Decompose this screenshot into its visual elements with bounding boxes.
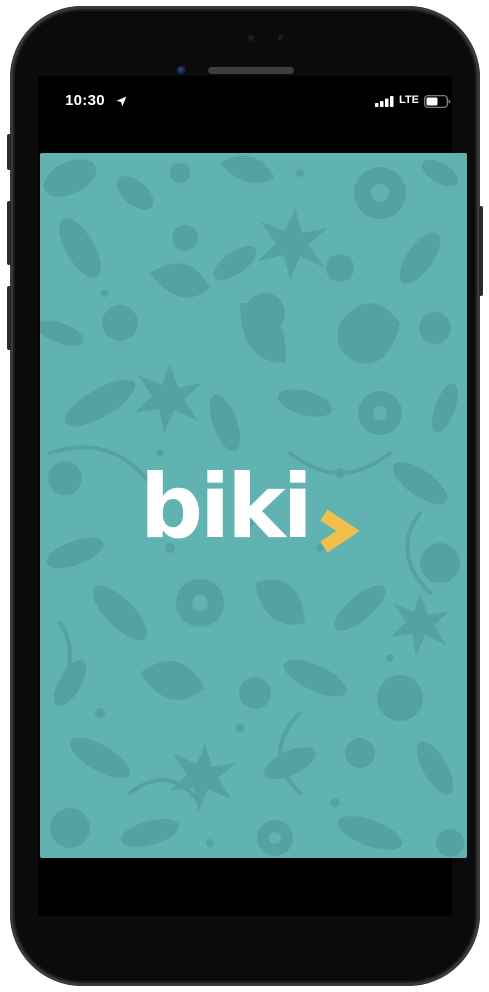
front-camera — [177, 66, 186, 75]
silent-switch — [7, 134, 11, 170]
volume-down-button — [7, 286, 11, 350]
earpiece-speaker — [208, 67, 294, 74]
chevron-right-icon — [320, 509, 360, 553]
splash-screen: biki — [40, 153, 467, 858]
power-button — [479, 206, 483, 296]
proximity-sensor — [248, 35, 254, 41]
logo-wordmark: biki — [140, 455, 313, 558]
volume-up-button — [7, 201, 11, 265]
status-bar: 10:30 LTE — [38, 88, 452, 118]
signal-bars-icon — [375, 96, 394, 107]
ambient-light-sensor — [278, 35, 283, 40]
status-time: 10:30 — [65, 92, 105, 109]
battery-icon — [424, 95, 451, 108]
location-arrow-icon — [116, 96, 127, 107]
carrier-label: LTE — [399, 94, 419, 106]
biki-logo: biki — [140, 457, 380, 557]
